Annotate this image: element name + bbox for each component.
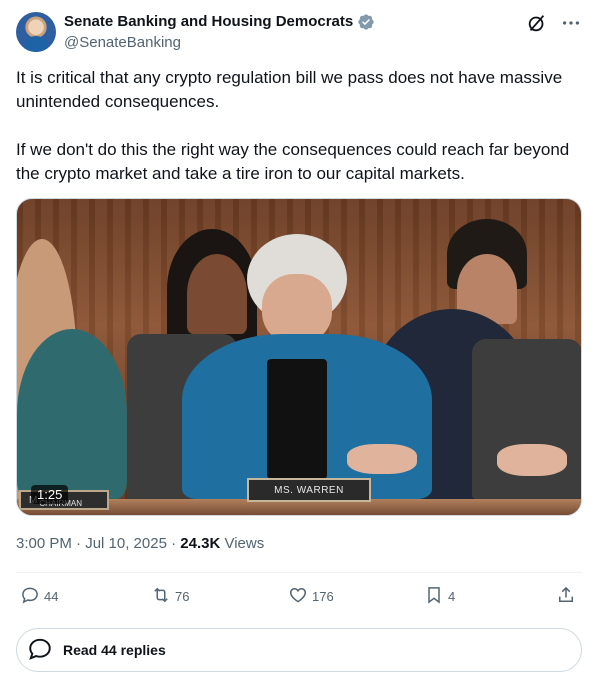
author-name-row: Senate Banking and Housing Democrats [64,12,375,32]
views-label: Views [220,535,265,552]
reply-count: 44 [44,588,59,604]
video-figure [347,444,417,474]
video-figure [17,329,127,499]
video-figure [497,444,567,476]
repost-icon [151,585,171,608]
tweet-paragraph: It is critical that any crypto regulatio… [16,68,563,111]
views-count: 24.3K [180,535,221,552]
read-replies-label: Read 44 replies [63,642,166,658]
tweet-meta: 3:00 PM · Jul 10, 2025 · 24.3K Views [16,534,264,554]
bookmark-icon [424,585,444,608]
tweet-header: Senate Banking and Housing Democrats @Se… [16,12,582,56]
action-bar: 44 76 176 4 [16,584,582,608]
video-duration: 1:25 [31,485,69,504]
speech-bubble-icon [27,636,53,665]
video-figure [187,254,247,334]
divider [16,572,582,573]
repost-button[interactable]: 76 [151,584,189,608]
repost-count: 76 [175,588,190,604]
tweet-text: It is critical that any crypto regulatio… [16,66,586,186]
like-count: 176 [312,588,334,604]
tweet-paragraph: If we don't do this the right way the co… [16,140,570,183]
grok-icon[interactable] [526,12,548,34]
author-handle[interactable]: @SenateBanking [64,33,181,53]
bookmark-count: 4 [448,588,456,604]
author-name[interactable]: Senate Banking and Housing Democrats [64,12,353,32]
tweet-timestamp[interactable]: 3:00 PM · Jul 10, 2025 · [16,535,180,552]
share-button[interactable] [556,584,576,608]
reply-button[interactable]: 44 [20,584,58,608]
warren-nameplate: MS. WARREN [247,478,371,502]
like-button[interactable]: 176 [288,584,334,608]
reply-icon [20,585,40,608]
video-player[interactable]: M CHAIRMAN MS. WARREN 1:25 [16,198,582,516]
like-icon [288,585,308,608]
avatar[interactable] [16,12,56,52]
verified-icon[interactable] [357,13,375,31]
share-icon [556,585,576,608]
video-figure [267,359,327,479]
more-icon[interactable] [560,12,582,34]
read-replies-button[interactable]: Read 44 replies [16,628,582,672]
bookmark-button[interactable]: 4 [424,584,455,608]
